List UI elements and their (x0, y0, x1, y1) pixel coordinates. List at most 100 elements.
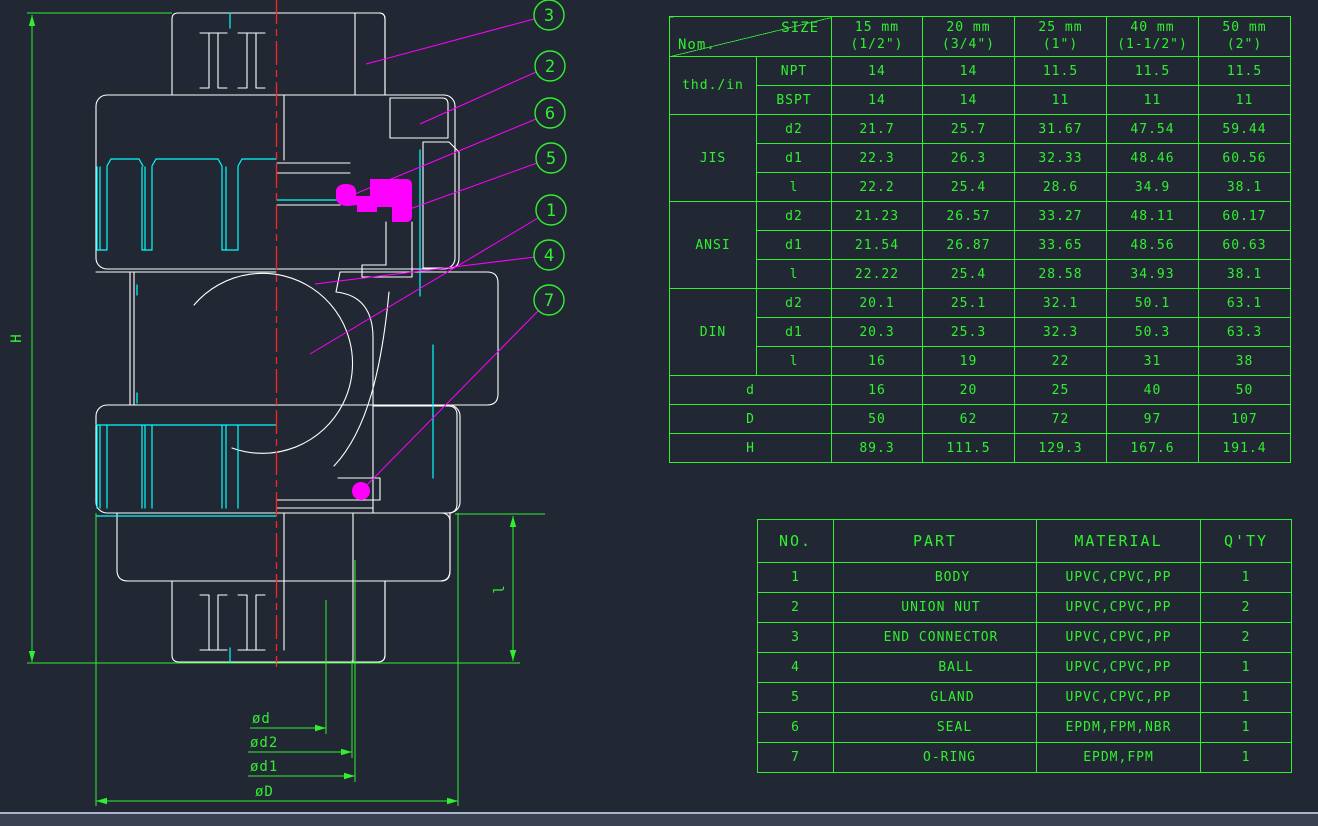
size-value-cell: 25.7 (923, 115, 1015, 144)
table-row: ANSId221.2326.5733.2748.1160.17 (670, 202, 1291, 231)
table-row: 5GLANDUPVC,CPVC,PP1 (758, 683, 1292, 713)
table-row: d121.5426.8733.6548.5660.63 (670, 231, 1291, 260)
size-value-cell: 16 (832, 347, 923, 376)
top-stub-threads (200, 33, 265, 88)
size-value-cell: 28.6 (1015, 173, 1107, 202)
size-value-cell: 11.5 (1015, 57, 1107, 86)
part-qty-cell: 1 (1201, 563, 1292, 593)
size-value-cell: 20 (923, 376, 1015, 405)
part-qty-cell: 1 (1201, 683, 1292, 713)
table-row: D50627297107 (670, 405, 1291, 434)
row-label: l (757, 260, 832, 289)
parts-col-part: PART (834, 520, 1037, 563)
table-row: 1BODYUPVC,CPVC,PP1 (758, 563, 1292, 593)
callout-balloons: 3265147 (534, 0, 566, 315)
size-value-cell: 14 (832, 86, 923, 115)
end-connector-top-section (355, 13, 385, 95)
size-value-cell: 60.17 (1199, 202, 1291, 231)
size-value-cell: 25 (1015, 376, 1107, 405)
row-label: D (670, 405, 832, 434)
size-value-cell: 50 (1199, 376, 1291, 405)
table-row: DINd220.125.132.150.163.1 (670, 289, 1291, 318)
part-no-cell: 7 (758, 743, 834, 773)
part-qty-cell: 1 (1201, 743, 1292, 773)
leader-7 (364, 311, 538, 488)
corner-nom-label: Nom. (678, 37, 716, 55)
row-label: d2 (757, 202, 832, 231)
callout-balloon: 6 (535, 98, 565, 128)
size-value-cell: 62 (923, 405, 1015, 434)
size-value-cell: 22.2 (832, 173, 923, 202)
size-value-cell: 63.3 (1199, 318, 1291, 347)
size-value-cell: 26.57 (923, 202, 1015, 231)
leader-4 (315, 257, 535, 284)
size-value-cell: 129.3 (1015, 434, 1107, 463)
row-label: d1 (757, 231, 832, 260)
body-section (336, 272, 498, 405)
size-value-cell: 26.87 (923, 231, 1015, 260)
size-value-cell: 19 (923, 347, 1015, 376)
row-group-label: DIN (670, 289, 757, 376)
body-left-outline (96, 272, 276, 405)
parts-col-material: MATERIAL (1037, 520, 1201, 563)
part-material-cell: UPVC,CPVC,PP (1037, 683, 1201, 713)
size-value-cell: 60.56 (1199, 144, 1291, 173)
union-nut-top-section (423, 142, 459, 268)
size-value-cell: 14 (923, 86, 1015, 115)
bore-lines (277, 95, 380, 650)
row-label: l (757, 173, 832, 202)
table-row: l1619223138 (670, 347, 1291, 376)
callout-balloon: 3 (534, 0, 564, 30)
callout-balloon: 5 (536, 143, 566, 173)
drawing-canvas[interactable]: 3265147 H l ød ød2 ød1 øD (0, 0, 660, 826)
row-label: BSPT (757, 86, 832, 115)
size-value-cell: 72 (1015, 405, 1107, 434)
row-label: d (670, 376, 832, 405)
union-nut-bottom-outline (96, 405, 460, 513)
size-value-cell: 28.58 (1015, 260, 1107, 289)
callout-number: 4 (544, 246, 554, 266)
size-value-cell: 14 (923, 57, 1015, 86)
size-value-cell: 97 (1107, 405, 1199, 434)
size-table-corner-cell: SIZE Nom. (670, 17, 832, 57)
size-value-cell: 21.7 (832, 115, 923, 144)
cyan-details (96, 13, 433, 662)
taskbar-strip[interactable] (0, 812, 1318, 826)
callout-number: 3 (544, 6, 554, 26)
part-material-cell: EPDM,FPM (1037, 743, 1201, 773)
part-no-cell: 2 (758, 593, 834, 623)
size-value-cell: 50 (832, 405, 923, 434)
table-row: 6SEALEPDM,FPM,NBR1 (758, 713, 1292, 743)
size-value-cell: 34.9 (1107, 173, 1199, 202)
callout-number: 2 (545, 57, 555, 77)
ball (194, 273, 353, 453)
size-value-cell: 33.65 (1015, 231, 1107, 260)
table-row: BSPT1414111111 (670, 86, 1291, 115)
part-name-cell: BODY (834, 563, 1037, 593)
callout-number: 7 (544, 291, 554, 311)
row-group-label: thd./in (670, 57, 757, 115)
size-value-cell: 11 (1199, 86, 1291, 115)
dim-H-lines (27, 13, 520, 663)
size-table: SIZE Nom. 15 mm(1/2") 20 mm(3/4") 25 mm(… (669, 16, 1291, 463)
size-value-cell: 33.27 (1015, 202, 1107, 231)
size-value-cell: 25.4 (923, 173, 1015, 202)
size-value-cell: 38.1 (1199, 260, 1291, 289)
row-label: NPT (757, 57, 832, 86)
nut-bottom-ribs (96, 425, 276, 516)
size-value-cell: 50.1 (1107, 289, 1199, 318)
size-value-cell: 48.46 (1107, 144, 1199, 173)
dim-D-label: øD (255, 784, 274, 800)
table-row: d120.325.332.350.363.3 (670, 318, 1291, 347)
size-value-cell: 21.23 (832, 202, 923, 231)
end-connector-bottom-section (353, 581, 385, 662)
table-row: 2UNION NUTUPVC,CPVC,PP2 (758, 593, 1292, 623)
leader-1 (310, 218, 538, 354)
size-value-cell: 167.6 (1107, 434, 1199, 463)
parts-col-no: NO. (758, 520, 834, 563)
part-name-cell: GLAND (834, 683, 1037, 713)
leader-3 (366, 19, 534, 64)
table-row: JISd221.725.731.6747.5459.44 (670, 115, 1291, 144)
row-label: H (670, 434, 832, 463)
size-value-cell: 48.56 (1107, 231, 1199, 260)
